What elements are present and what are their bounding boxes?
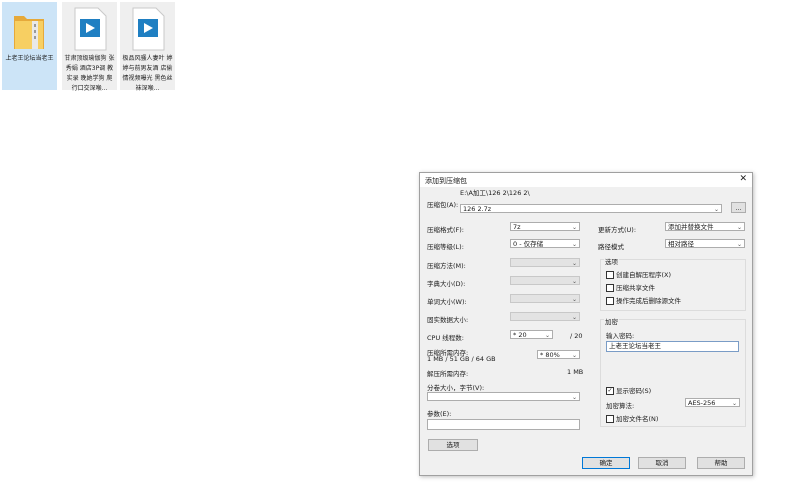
browse-button[interactable]: ... [731, 202, 746, 213]
format-select[interactable]: 7z ⌄ [510, 222, 580, 231]
password-value: 上老王论坛当老王 [609, 342, 661, 350]
chevron-down-icon: ⌄ [736, 224, 742, 231]
folder-icon [14, 16, 44, 49]
path-mode-value: 相对路径 [668, 240, 694, 248]
chevron-down-icon: ⌄ [571, 352, 577, 359]
path-mode-label: 路径模式 [598, 243, 624, 251]
delete-source-checkbox-label: 操作完成后删除源文件 [616, 297, 681, 305]
dialog-title: 添加到压缩包 [425, 177, 467, 185]
archive-name-combo[interactable]: 126 2.7z ⌄ [460, 204, 722, 213]
params-input[interactable] [427, 419, 580, 430]
shared-checkbox[interactable]: 压缩共享文件 [606, 282, 655, 292]
level-label: 压缩等级(L): [427, 243, 464, 251]
path-mode-select[interactable]: 相对路径 ⌄ [665, 239, 745, 248]
update-label: 更新方式(U): [598, 226, 637, 234]
enc-method-label: 加密算法: [606, 402, 635, 410]
file-caption: 极品风骚人妻叶 婷婷与前男友酒 店偷情视频曝光 黑色丝袜深喉... [122, 55, 173, 92]
sfx-checkbox-label: 创建自解压程序(X) [616, 271, 672, 279]
word-select[interactable]: ⌄ [510, 294, 580, 303]
chevron-down-icon: ⌄ [571, 314, 577, 321]
enc-method-value: AES-256 [688, 399, 716, 407]
chevron-down-icon: ⌄ [571, 241, 577, 248]
checkbox-box [606, 271, 614, 279]
update-select[interactable]: 添加并替换文件 ⌄ [665, 222, 745, 231]
mem-value: 1 MB / 51 GB / 64 GB [427, 355, 496, 363]
chevron-down-icon: ⌄ [571, 224, 577, 231]
method-select[interactable]: ⌄ [510, 258, 580, 267]
params-label: 参数(E): [427, 410, 452, 418]
solid-select[interactable]: ⌄ [510, 312, 580, 321]
desktop-file-video-2[interactable]: 极品风骚人妻叶 婷婷与前男友酒 店偷情视频曝光 黑色丝袜深喉... [120, 2, 175, 92]
chevron-down-icon: ⌄ [571, 394, 577, 401]
add-to-archive-dialog: 添加到压缩包 ✕ 压缩包(A): E:\A加工\126 2\126 2\ 126… [419, 172, 753, 476]
chevron-down-icon: ⌄ [544, 332, 550, 339]
update-value: 添加并替换文件 [668, 223, 714, 231]
mem-percent-select[interactable]: * 80% ⌄ [537, 350, 580, 359]
password-label: 输入密码: [606, 332, 635, 340]
threads-select[interactable]: * 20 ⌄ [510, 330, 553, 339]
split-label: 分卷大小，字节(V): [427, 384, 485, 392]
method-label: 压缩方法(M): [427, 262, 466, 270]
delete-source-checkbox[interactable]: 操作完成后删除源文件 [606, 295, 681, 305]
shared-checkbox-label: 压缩共享文件 [616, 284, 655, 292]
encrypt-names-checkbox[interactable]: 加密文件名(N) [606, 413, 658, 423]
cancel-button[interactable]: 取消 [638, 457, 686, 469]
help-button[interactable]: 帮助 [697, 457, 745, 469]
archive-name-value: 126 2.7z [463, 205, 492, 213]
level-select[interactable]: 0 - 仅存储 ⌄ [510, 239, 580, 248]
archive-path: E:\A加工\126 2\126 2\ [460, 189, 530, 197]
desktop-file-video-1[interactable]: 甘肃顶级瑜伽狗 张秀娟 酒店3P调 教实录 晚她学狗 爬行口交深喉... [62, 2, 117, 92]
checkmark-icon: ✓ [606, 387, 614, 395]
desktop-file-folder[interactable]: 上老王论坛当老王 [2, 2, 57, 90]
file-caption: 上老王论坛当老王 [5, 55, 54, 62]
format-label: 压缩格式(F): [427, 226, 465, 234]
decomp-value: 1 MB [567, 368, 584, 376]
chevron-down-icon: ⌄ [731, 400, 737, 407]
sfx-checkbox[interactable]: 创建自解压程序(X) [606, 269, 671, 279]
chevron-down-icon: ⌄ [571, 260, 577, 267]
close-icon[interactable]: ✕ [739, 174, 747, 184]
decomp-label: 解压所需内存: [427, 370, 469, 378]
archive-label: 压缩包(A): [427, 201, 459, 209]
options-button[interactable]: 选项 [428, 439, 478, 451]
password-input[interactable]: 上老王论坛当老王 [606, 341, 739, 352]
threads-value: * 20 [513, 331, 527, 339]
chevron-down-icon: ⌄ [571, 296, 577, 303]
threads-label: CPU 线程数: [427, 334, 464, 342]
mem-percent-value: * 80% [540, 351, 560, 359]
show-password-label: 显示密码(S) [616, 387, 652, 395]
show-password-checkbox[interactable]: ✓ 显示密码(S) [606, 385, 651, 395]
ok-button[interactable]: 确定 [582, 457, 630, 469]
encryption-group-title: 加密 [604, 316, 619, 326]
threads-max: / 20 [570, 332, 583, 340]
dict-select[interactable]: ⌄ [510, 276, 580, 285]
video-file-icon [132, 7, 165, 51]
checkbox-box [606, 284, 614, 292]
format-value: 7z [513, 223, 521, 231]
chevron-down-icon: ⌄ [571, 278, 577, 285]
word-label: 单词大小(W): [427, 298, 467, 306]
file-caption: 甘肃顶级瑜伽狗 张秀娟 酒店3P调 教实录 晚她学狗 爬行口交深喉... [64, 55, 115, 92]
video-file-icon [74, 7, 107, 51]
enc-method-select[interactable]: AES-256 ⌄ [685, 398, 740, 407]
level-value: 0 - 仅存储 [513, 240, 544, 248]
solid-label: 固实数据大小: [427, 316, 469, 324]
split-select[interactable]: ⌄ [427, 392, 580, 401]
chevron-down-icon: ⌄ [736, 241, 742, 248]
encrypt-names-label: 加密文件名(N) [616, 415, 659, 423]
checkbox-box [606, 415, 614, 423]
dialog-titlebar: 添加到压缩包 ✕ [420, 173, 752, 187]
dict-label: 字典大小(D): [427, 280, 466, 288]
checkbox-box [606, 297, 614, 305]
chevron-down-icon: ⌄ [713, 206, 719, 213]
options-group-title: 选项 [604, 256, 619, 266]
